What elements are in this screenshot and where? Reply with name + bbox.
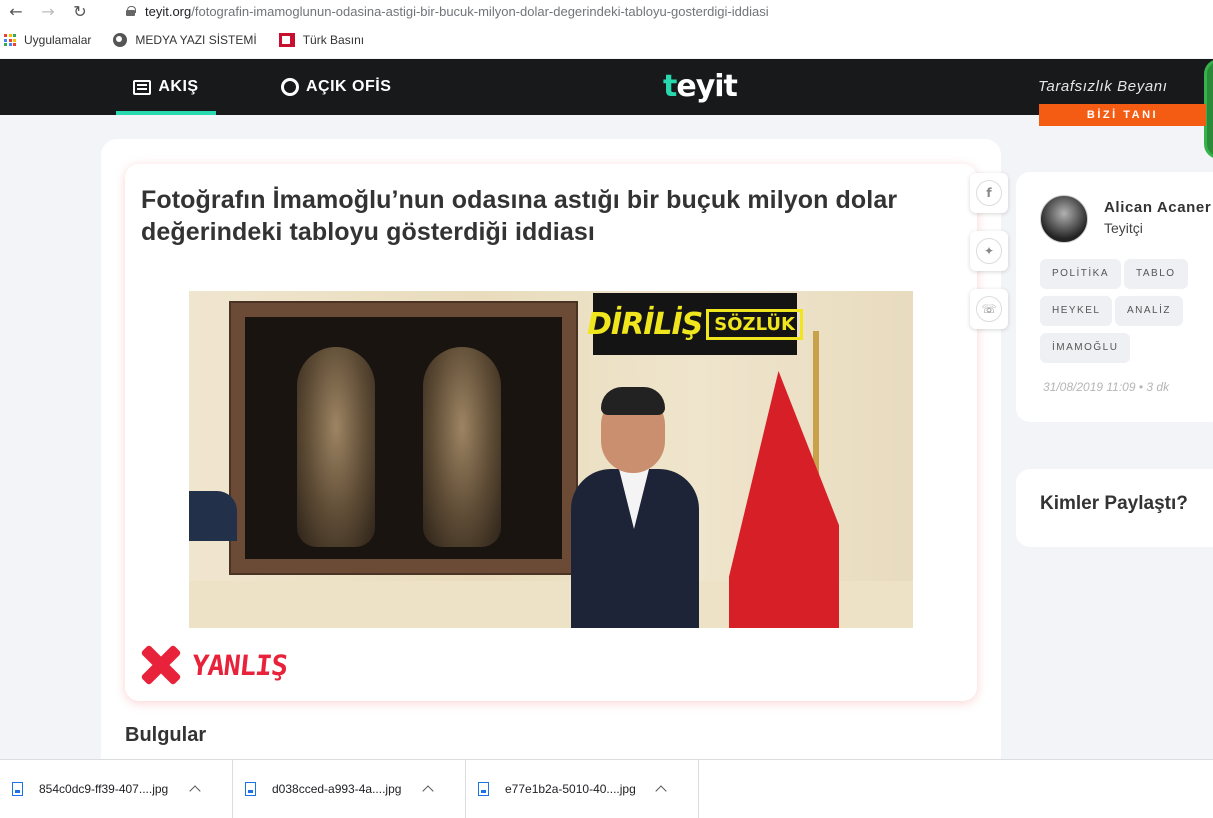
bookmark-label: Uygulamalar (24, 33, 92, 47)
author-role: Teyitçi (1104, 220, 1143, 236)
back-arrow-icon[interactable]: ← (0, 2, 32, 21)
person-in-suit (571, 371, 699, 628)
site-header: AKIŞ AÇIK OFİS teyit Tarafsızlık Beyanı (0, 59, 1213, 115)
bookmark-turk-basini[interactable]: Türk Basını (278, 33, 365, 47)
facebook-icon: f (976, 180, 1002, 206)
tag-heykel[interactable]: HEYKEL (1040, 296, 1113, 326)
url-host: teyit.org (145, 3, 192, 19)
impartiality-link[interactable]: Tarafsızlık Beyanı (1038, 78, 1167, 95)
download-bar: 854c0dc9-ff39-407....jpg d038cced-a993-4… (0, 759, 1213, 818)
hair (601, 387, 665, 415)
bookmark-medya[interactable]: MEDYA YAZI SİSTEMİ (113, 33, 257, 47)
tag-tablo[interactable]: TABLO (1124, 259, 1188, 289)
lock-icon[interactable] (126, 6, 136, 16)
red-x-icon (140, 644, 182, 686)
article-title: Fotoğrafın İmamoğlu’nun odasına astığı b… (141, 186, 898, 246)
nav-label: AÇIK OFİS (306, 78, 392, 95)
statue-back (423, 347, 501, 547)
apps-grid-icon (4, 34, 16, 46)
watermark-text-1: DİRİLİŞ (587, 306, 703, 342)
about-us-button[interactable]: BİZİ TANI (1039, 104, 1206, 126)
watermark-text-2: SÖZLÜK (706, 308, 803, 340)
twitter-icon: ✦ (976, 238, 1002, 264)
painting-frame (231, 303, 576, 573)
share-facebook-button[interactable]: f (970, 173, 1008, 213)
share-twitter-button[interactable]: ✦ (970, 231, 1008, 271)
whatsapp-icon: ☏ (976, 296, 1002, 322)
download-filename: e77e1b2a-5010-40....jpg (505, 782, 636, 796)
share-whatsapp-button[interactable]: ☏ (970, 289, 1008, 329)
share-bar: f ✦ ☏ (970, 173, 1008, 347)
globe-icon (113, 33, 128, 47)
bookmark-label: Türk Basını (302, 33, 365, 47)
logo-rest: eyit (676, 69, 738, 104)
bookmark-apps[interactable]: Uygulamalar (4, 33, 91, 47)
logo-accent: t (663, 69, 677, 104)
download-item[interactable]: 854c0dc9-ff39-407....jpg (0, 759, 233, 818)
nav-acik-ofis[interactable]: AÇIK OFİS (281, 59, 391, 115)
chevron-up-icon[interactable] (422, 785, 434, 797)
community-ring-icon (281, 78, 299, 96)
forward-arrow-icon[interactable]: → (32, 2, 64, 21)
chevron-up-icon[interactable] (189, 785, 201, 797)
author-avatar[interactable] (1040, 195, 1088, 243)
nav-label: AKIŞ (158, 78, 199, 95)
browser-toolbar: ← → ↻ teyit.org/fotografin-imamoglunun-o… (0, 0, 1213, 22)
turk-basini-logo-icon (278, 33, 295, 47)
statue-front (297, 347, 375, 547)
address-bar[interactable]: teyit.org/fotografin-imamoglunun-odasina… (145, 4, 769, 19)
download-item[interactable]: d038cced-a993-4a....jpg (233, 759, 466, 818)
download-item[interactable]: e77e1b2a-5010-40....jpg (466, 759, 699, 818)
author-name[interactable]: Alican Acaner (1104, 199, 1211, 216)
chevron-up-icon[interactable] (655, 785, 667, 797)
reload-icon[interactable]: ↻ (64, 2, 96, 21)
claim-photo: DİRİLİŞ SÖZLÜK (189, 291, 913, 628)
image-file-icon (478, 782, 489, 796)
verdict-label: YANLIŞ (190, 648, 289, 682)
tag-analiz[interactable]: ANALİZ (1115, 296, 1184, 326)
tag-imamoglu[interactable]: İMAMOĞLU (1040, 333, 1131, 363)
section-heading: Bulgular (125, 724, 207, 746)
nav-akis[interactable]: AKIŞ (116, 59, 216, 115)
watermark-logo: DİRİLİŞ SÖZLÜK (587, 293, 803, 355)
left-person-arm (189, 491, 237, 541)
url-path: /fotografin-imamoglunun-odasina-astigi-b… (191, 3, 769, 19)
tag-politika[interactable]: POLİTİKA (1040, 259, 1122, 289)
site-logo[interactable]: teyit (663, 69, 738, 104)
bookmark-label: MEDYA YAZI SİSTEMİ (135, 33, 257, 47)
image-file-icon (245, 782, 256, 796)
download-filename: d038cced-a993-4a....jpg (272, 782, 402, 796)
verdict-badge: YANLIŞ (140, 644, 289, 686)
download-filename: 854c0dc9-ff39-407....jpg (39, 782, 169, 796)
red-flag (729, 371, 839, 628)
bookmarks-bar: Uygulamalar MEDYA YAZI SİSTEMİ Türk Bası… (0, 22, 1213, 58)
newspaper-icon (133, 79, 152, 95)
publish-date: 31/08/2019 11:09 • 3 dk (1043, 380, 1170, 394)
image-file-icon (12, 782, 23, 796)
who-shared-title: Kimler Paylaştı? (1040, 493, 1188, 514)
